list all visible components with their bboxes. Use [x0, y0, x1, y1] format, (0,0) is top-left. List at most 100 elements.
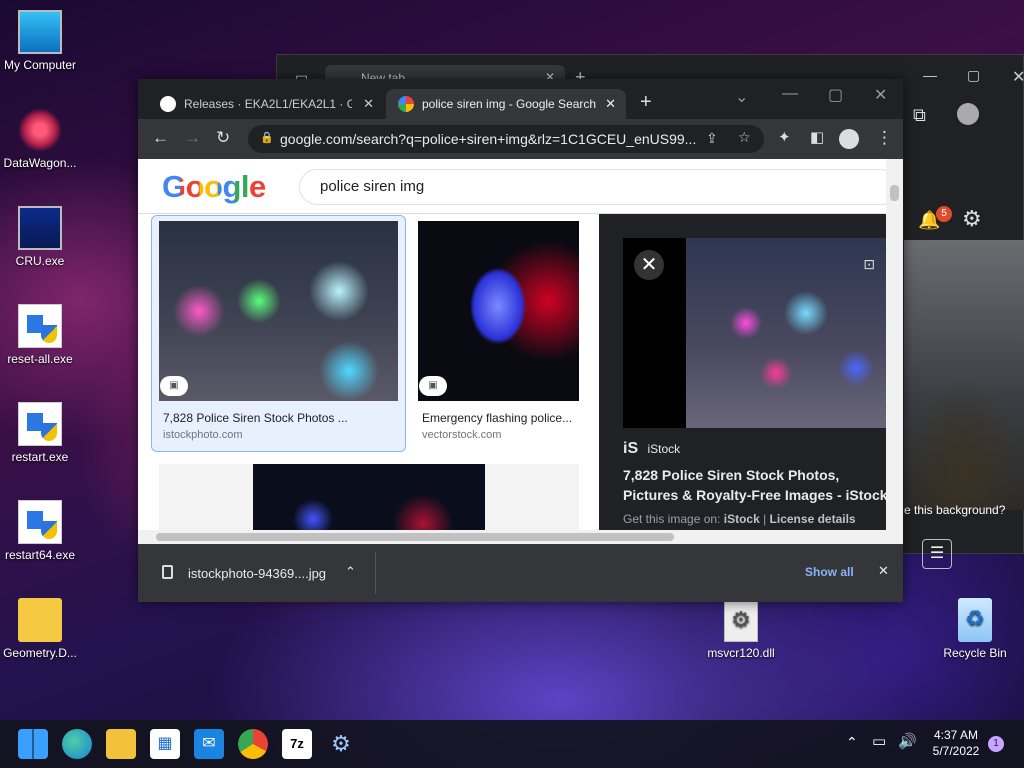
- result-source: istockphoto.com: [163, 429, 243, 441]
- network-icon[interactable]: ▭: [872, 732, 886, 750]
- forward-icon[interactable]: →: [184, 128, 201, 148]
- chevron-up-icon[interactable]: ⌃: [345, 564, 356, 580]
- tab-close-icon[interactable]: ✕: [605, 96, 616, 112]
- vertical-scrollbar[interactable]: [886, 159, 903, 530]
- side-panel-icon[interactable]: ◧: [810, 128, 824, 146]
- tab-close-icon[interactable]: ✕: [363, 96, 374, 112]
- desktop-icon-msvcr120[interactable]: ⚙ msvcr120.dll: [701, 598, 781, 660]
- desktop-icon-reset-all[interactable]: reset-all.exe: [0, 304, 80, 366]
- maximize-icon[interactable]: ▢: [828, 85, 843, 105]
- clock[interactable]: 4:37 AM 5/7/2022: [924, 727, 988, 759]
- desktop-icon-cru[interactable]: CRU.exe: [0, 206, 80, 268]
- get-image-prefix: Get this image on:: [623, 512, 721, 526]
- bookmark-star-icon[interactable]: ☆: [738, 129, 751, 146]
- tab-google-search[interactable]: police siren img - Google Search ✕: [386, 89, 626, 119]
- chrome-window[interactable]: Releases · EKA2L1/EKA2L1 · GitHub ✕ poli…: [138, 79, 903, 602]
- new-tab-button[interactable]: +: [640, 91, 652, 114]
- collections-icon[interactable]: ⧉: [913, 105, 926, 126]
- close-window-icon[interactable]: ✕: [874, 85, 887, 105]
- show-all-link[interactable]: Show all: [805, 565, 854, 579]
- close-preview-icon[interactable]: ✕: [634, 250, 664, 280]
- mail-icon[interactable]: ✉: [194, 729, 224, 759]
- desktop-icon-label: msvcr120.dll: [707, 646, 775, 660]
- tab-title: Releases · EKA2L1/EKA2L1 · GitHub: [184, 97, 352, 111]
- license-details-link[interactable]: License details: [770, 512, 856, 526]
- notification-badge[interactable]: 1: [988, 736, 1004, 752]
- google-logo-text: Google: [162, 169, 266, 204]
- desktop-icon-datawagon[interactable]: DataWagon...: [0, 108, 80, 170]
- desktop-icon-recycle-bin[interactable]: ♻ Recycle Bin: [935, 598, 1015, 660]
- google-logo[interactable]: Google: [162, 169, 266, 205]
- horizontal-scrollbar[interactable]: [138, 530, 903, 544]
- close-icon[interactable]: ✕: [1012, 67, 1024, 87]
- source-brand: iStock: [647, 442, 681, 456]
- profile-avatar[interactable]: [957, 103, 979, 125]
- preview-image[interactable]: ✕ ⊡: [623, 238, 899, 428]
- monitor-icon: [18, 10, 62, 54]
- desktop-icon-my-computer[interactable]: My Computer: [0, 10, 80, 72]
- lens-icon[interactable]: ⊡: [863, 256, 875, 273]
- back-icon[interactable]: ←: [152, 128, 169, 148]
- share-icon[interactable]: ⇪: [706, 130, 718, 147]
- file-explorer-icon[interactable]: [106, 729, 136, 759]
- result-thumbnail-istock[interactable]: [159, 221, 398, 401]
- tab-search-icon[interactable]: ⌄: [735, 87, 748, 107]
- taskbar: ▦ ✉ 7z ⚙ ⌃ ▭ 🔊 4:37 AM 5/7/2022 1: [0, 720, 1024, 768]
- exe-icon: [18, 500, 62, 544]
- search-box[interactable]: police siren img ◉: [299, 169, 900, 205]
- minimize-icon[interactable]: —: [923, 67, 937, 83]
- get-image-row: Get this image on: iStock | License deta…: [623, 512, 856, 526]
- lock-icon: 🔒: [260, 132, 274, 144]
- address-bar[interactable]: 🔒 google.com/search?q=police+siren+img&r…: [248, 125, 764, 153]
- background-caption[interactable]: e this background?: [904, 503, 1005, 517]
- image-badge-icon: ▣: [160, 376, 188, 396]
- result-vectorstock[interactable]: Emergency flashing police... vectorstock…: [422, 411, 582, 441]
- desktop-icon-restart64[interactable]: restart64.exe: [0, 500, 80, 562]
- maximize-icon[interactable]: ▢: [967, 67, 980, 84]
- source-row[interactable]: iS iStock: [623, 440, 680, 458]
- chevron-up-icon[interactable]: ⌃: [846, 734, 858, 751]
- extensions-icon[interactable]: ✦: [778, 128, 791, 146]
- minimize-icon[interactable]: —: [782, 85, 798, 103]
- chrome-icon[interactable]: [238, 729, 268, 759]
- preview-title[interactable]: 7,828 Police Siren Stock Photos, Picture…: [623, 465, 893, 505]
- result-thumbnail-3[interactable]: [253, 464, 485, 530]
- date: 5/7/2022: [932, 744, 980, 758]
- image-preview-panel: ✕ ⊡ iS iStock 7,828 Police Siren Stock P…: [599, 214, 899, 530]
- desktop-icon-label: CRU.exe: [15, 254, 65, 268]
- scroll-thumb[interactable]: [156, 533, 674, 541]
- settings-gear-icon[interactable]: ⚙: [962, 206, 982, 232]
- menu-lines-icon[interactable]: ☰: [922, 539, 952, 569]
- github-icon: [160, 96, 176, 112]
- result-source: vectorstock.com: [422, 429, 502, 441]
- tab-github-releases[interactable]: Releases · EKA2L1/EKA2L1 · GitHub ✕: [138, 89, 384, 119]
- desktop-icon-restart[interactable]: restart.exe: [0, 402, 80, 464]
- download-filename[interactable]: istockphoto-94369....jpg: [188, 566, 326, 581]
- cru-icon: [18, 206, 62, 250]
- google-header: Google police siren img ◉: [138, 159, 903, 214]
- dll-gear-icon: ⚙: [724, 598, 758, 642]
- get-image-link[interactable]: iStock: [724, 512, 760, 526]
- result-istock[interactable]: 7,828 Police Siren Stock Photos ... isto…: [163, 411, 393, 441]
- tab-title: police siren img - Google Search: [422, 97, 597, 111]
- edge-icon[interactable]: [62, 729, 92, 759]
- close-downloads-icon[interactable]: ✕: [878, 563, 889, 579]
- background-photo: [904, 240, 1024, 510]
- menu-kebab-icon[interactable]: ⋮: [876, 128, 893, 148]
- result-title: 7,828 Police Siren Stock Photos ...: [163, 411, 348, 425]
- image-badge-icon: ▣: [419, 376, 447, 396]
- 7zip-icon[interactable]: 7z: [282, 729, 312, 759]
- profile-icon[interactable]: [839, 129, 859, 149]
- reload-icon[interactable]: ↻: [216, 128, 230, 148]
- exe-icon: [18, 402, 62, 446]
- result-thumbnail-vectorstock[interactable]: [418, 221, 579, 401]
- settings-icon[interactable]: ⚙: [326, 729, 356, 759]
- volume-icon[interactable]: 🔊: [898, 732, 917, 750]
- downloads-bar: istockphoto-94369....jpg ⌃ Show all ✕: [138, 544, 903, 602]
- folder-icon: [18, 598, 62, 642]
- start-icon[interactable]: [18, 729, 48, 759]
- scroll-thumb[interactable]: [890, 185, 899, 201]
- store-icon[interactable]: ▦: [150, 729, 180, 759]
- downloads-divider: [375, 552, 376, 594]
- desktop-icon-geometry[interactable]: Geometry.D...: [0, 598, 80, 660]
